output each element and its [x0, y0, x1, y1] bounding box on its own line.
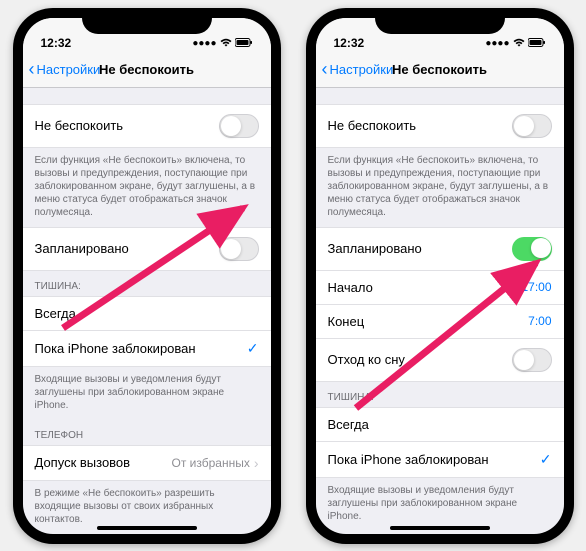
status-time: 12:32 — [334, 36, 365, 50]
dnd-label: Не беспокоить — [35, 118, 124, 133]
signal-icon: ●●●● — [485, 38, 509, 49]
dnd-toggle[interactable] — [512, 114, 552, 138]
end-value: 7:00 — [528, 314, 551, 328]
content[interactable]: Не беспокоить Если функция «Не беспокоит… — [316, 88, 564, 534]
wifi-icon — [220, 38, 232, 50]
allow-calls-row[interactable]: Допуск вызовов От избранных› — [23, 445, 271, 481]
bedtime-label: Отход ко сну — [328, 352, 405, 367]
silence-always-row[interactable]: Всегда — [316, 407, 564, 442]
battery-icon — [235, 38, 253, 50]
back-label: Настройки — [37, 62, 101, 77]
phone-left: 12:32 ●●●● ‹ Настройки Не беспокоить Не … — [13, 8, 281, 544]
dnd-row[interactable]: Не беспокоить — [23, 104, 271, 148]
phone-header: ТЕЛЕФОН — [23, 420, 271, 445]
silence-header: ТИШИНА: — [23, 271, 271, 296]
start-row[interactable]: Начало 17:00 — [316, 271, 564, 305]
status-icons: ●●●● — [192, 38, 252, 50]
end-label: Конец — [328, 314, 365, 329]
silence-locked-label: Пока iPhone заблокирован — [35, 341, 196, 356]
nav-bar: ‹ Настройки Не беспокоить — [316, 52, 564, 88]
silence-always-row[interactable]: Всегда — [23, 296, 271, 331]
chevron-left-icon: ‹ — [322, 60, 328, 78]
silence-footer: Входящие вызовы и уведомления будут загл… — [23, 367, 271, 420]
screen: 12:32 ●●●● ‹ Настройки Не беспокоить Не … — [316, 18, 564, 534]
back-button[interactable]: ‹ Настройки — [322, 60, 394, 78]
chevron-right-icon: › — [254, 455, 259, 471]
checkmark-icon: ✓ — [247, 340, 259, 357]
notch — [82, 8, 212, 34]
scheduled-row[interactable]: Запланировано — [316, 227, 564, 271]
bedtime-row[interactable]: Отход ко сну — [316, 339, 564, 382]
scheduled-toggle[interactable] — [219, 237, 259, 261]
phone-header: ТЕЛЕФОН — [316, 531, 564, 534]
phone-right: 12:32 ●●●● ‹ Настройки Не беспокоить Не … — [306, 8, 574, 544]
status-icons: ●●●● — [485, 38, 545, 50]
battery-icon — [528, 38, 546, 50]
back-button[interactable]: ‹ Настройки — [29, 60, 101, 78]
scheduled-label: Запланировано — [35, 241, 129, 256]
dnd-toggle[interactable] — [219, 114, 259, 138]
silence-locked-row[interactable]: Пока iPhone заблокирован ✓ — [316, 442, 564, 478]
status-time: 12:32 — [41, 36, 72, 50]
scheduled-row[interactable]: Запланировано — [23, 227, 271, 271]
home-indicator[interactable] — [97, 526, 197, 530]
checkmark-icon: ✓ — [540, 451, 552, 468]
start-label: Начало — [328, 280, 373, 295]
dnd-row[interactable]: Не беспокоить — [316, 104, 564, 148]
page-title: Не беспокоить — [392, 62, 487, 77]
screen: 12:32 ●●●● ‹ Настройки Не беспокоить Не … — [23, 18, 271, 534]
back-label: Настройки — [330, 62, 394, 77]
allow-calls-label: Допуск вызовов — [35, 455, 131, 470]
dnd-footer: Если функция «Не беспокоить» включена, т… — [23, 148, 271, 227]
start-value: 17:00 — [521, 280, 551, 294]
scheduled-label: Запланировано — [328, 241, 422, 256]
nav-bar: ‹ Настройки Не беспокоить — [23, 52, 271, 88]
signal-icon: ●●●● — [192, 38, 216, 49]
dnd-label: Не беспокоить — [328, 118, 417, 133]
end-row[interactable]: Конец 7:00 — [316, 305, 564, 339]
notch — [375, 8, 505, 34]
silence-header: ТИШИНА: — [316, 382, 564, 407]
wifi-icon — [513, 38, 525, 50]
silence-always-label: Всегда — [35, 306, 76, 321]
silence-locked-row[interactable]: Пока iPhone заблокирован ✓ — [23, 331, 271, 367]
allow-calls-value: От избранных› — [171, 455, 258, 471]
content[interactable]: Не беспокоить Если функция «Не беспокоит… — [23, 88, 271, 534]
dnd-footer: Если функция «Не беспокоить» включена, т… — [316, 148, 564, 227]
bedtime-toggle[interactable] — [512, 348, 552, 372]
silence-locked-label: Пока iPhone заблокирован — [328, 452, 489, 467]
scheduled-toggle[interactable] — [512, 237, 552, 261]
page-title: Не беспокоить — [99, 62, 194, 77]
chevron-left-icon: ‹ — [29, 60, 35, 78]
silence-always-label: Всегда — [328, 417, 369, 432]
silence-footer: Входящие вызовы и уведомления будут загл… — [316, 478, 564, 531]
home-indicator[interactable] — [390, 526, 490, 530]
